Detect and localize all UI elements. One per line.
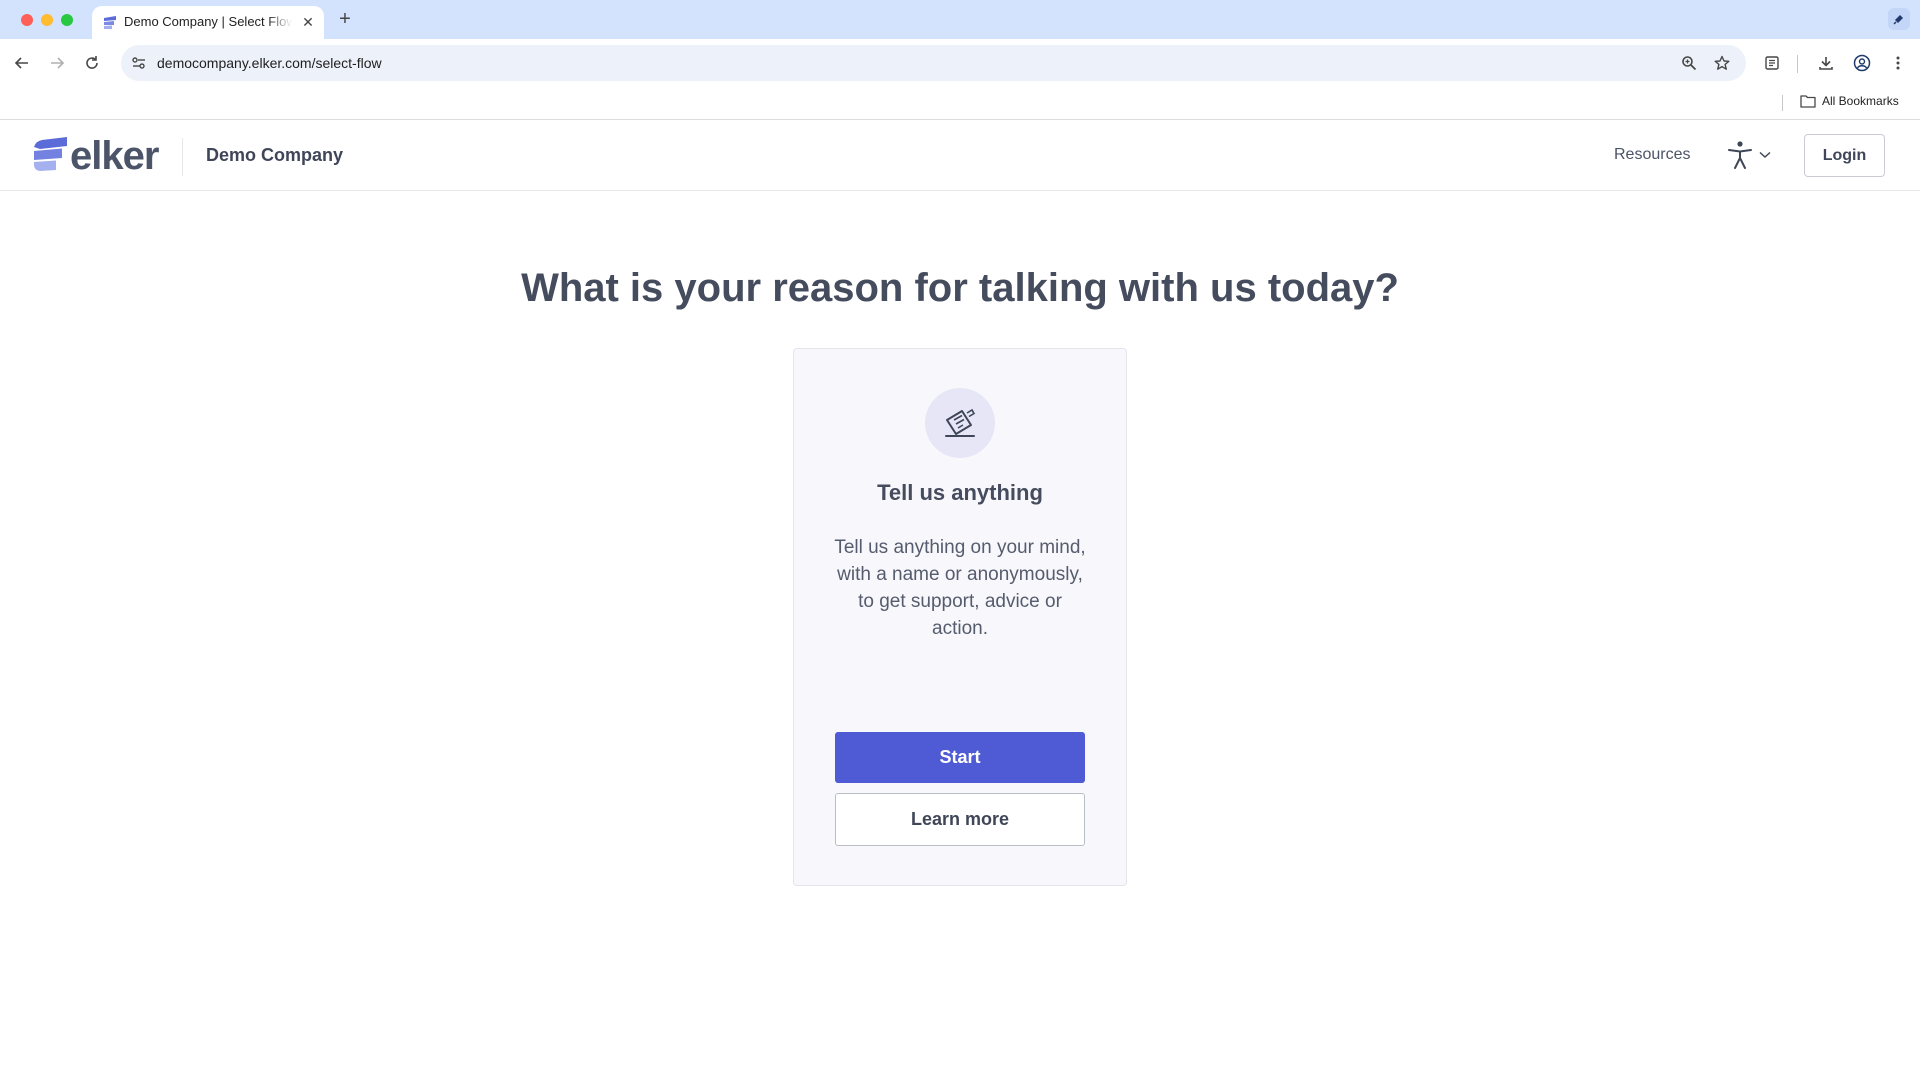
- site-settings-icon: [132, 57, 145, 69]
- arrow-right-icon: [51, 57, 65, 69]
- tab-close-icon[interactable]: ✕: [300, 14, 316, 30]
- tab-search-icon: [1893, 15, 1903, 25]
- all-bookmarks-button[interactable]: All Bookmarks: [1800, 94, 1899, 108]
- login-button[interactable]: Login: [1804, 134, 1885, 177]
- bookmarks-separator: [1782, 95, 1783, 111]
- elker-logo-mark-icon: [34, 137, 67, 171]
- company-name: Demo Company: [206, 145, 344, 165]
- profile-icon: [1853, 54, 1871, 72]
- zoom-icon: [1682, 56, 1697, 71]
- flow-card-tell-us-anything: Tell us anything Tell us anything on you…: [793, 348, 1127, 886]
- browser-tab-bar: Demo Company | Select Flow ✕ +: [0, 0, 1920, 39]
- card-description: Tell us anything on your mind, with a na…: [834, 537, 1086, 639]
- new-tab-button[interactable]: +: [335, 9, 355, 29]
- site-header: elker Demo Company Resources Login: [0, 121, 1920, 191]
- bookmark-star-button[interactable]: [1712, 53, 1732, 73]
- browser-menu-button[interactable]: [1886, 51, 1910, 75]
- toolbar-separator: [1797, 55, 1798, 73]
- start-button[interactable]: Start: [835, 732, 1085, 783]
- url-text: democompany.elker.com/select-flow: [157, 55, 382, 71]
- reading-list-icon: [1765, 56, 1779, 70]
- tab-title: Demo Company | Select Flow: [124, 14, 292, 29]
- header-divider: [182, 138, 183, 176]
- zoom-button[interactable]: [1679, 53, 1699, 73]
- tab-search-button[interactable]: [1888, 8, 1910, 30]
- reload-button[interactable]: [80, 51, 104, 75]
- arrow-left-icon: [14, 57, 28, 69]
- download-icon: [1819, 57, 1833, 70]
- folder-icon: [1800, 95, 1816, 108]
- card-icon-circle: [925, 388, 995, 458]
- reading-list-button[interactable]: [1760, 51, 1784, 75]
- window-close-button[interactable]: [21, 14, 33, 26]
- browser-tab-active[interactable]: Demo Company | Select Flow ✕: [92, 6, 324, 39]
- logo-text: elker: [70, 134, 159, 178]
- chevron-down-icon: [1759, 151, 1771, 159]
- window-maximize-button[interactable]: [61, 14, 73, 26]
- forward-button[interactable]: [45, 51, 69, 75]
- elker-logo[interactable]: elker: [34, 134, 159, 178]
- reload-icon: [86, 56, 98, 69]
- learn-more-button[interactable]: Learn more: [835, 793, 1085, 846]
- bookmarks-bar: All Bookmarks: [0, 87, 1920, 120]
- page-title: What is your reason for talking with us …: [521, 266, 1399, 310]
- card-title: Tell us anything: [877, 480, 1043, 505]
- address-bar[interactable]: democompany.elker.com/select-flow: [121, 45, 1746, 81]
- accessibility-icon: [1728, 141, 1752, 169]
- all-bookmarks-label: All Bookmarks: [1822, 94, 1899, 108]
- window-minimize-button[interactable]: [41, 14, 53, 26]
- elker-favicon-icon: [104, 16, 116, 29]
- star-icon: [1714, 55, 1730, 70]
- back-button[interactable]: [10, 51, 34, 75]
- profile-button[interactable]: [1850, 51, 1874, 75]
- browser-toolbar: democompany.elker.com/select-flow: [0, 39, 1920, 87]
- more-vertical-icon: [1896, 56, 1900, 70]
- accessibility-menu-button[interactable]: [1727, 140, 1771, 170]
- downloads-button[interactable]: [1814, 51, 1838, 75]
- resources-link[interactable]: Resources: [1614, 146, 1690, 164]
- note-writing-icon: [945, 408, 976, 437]
